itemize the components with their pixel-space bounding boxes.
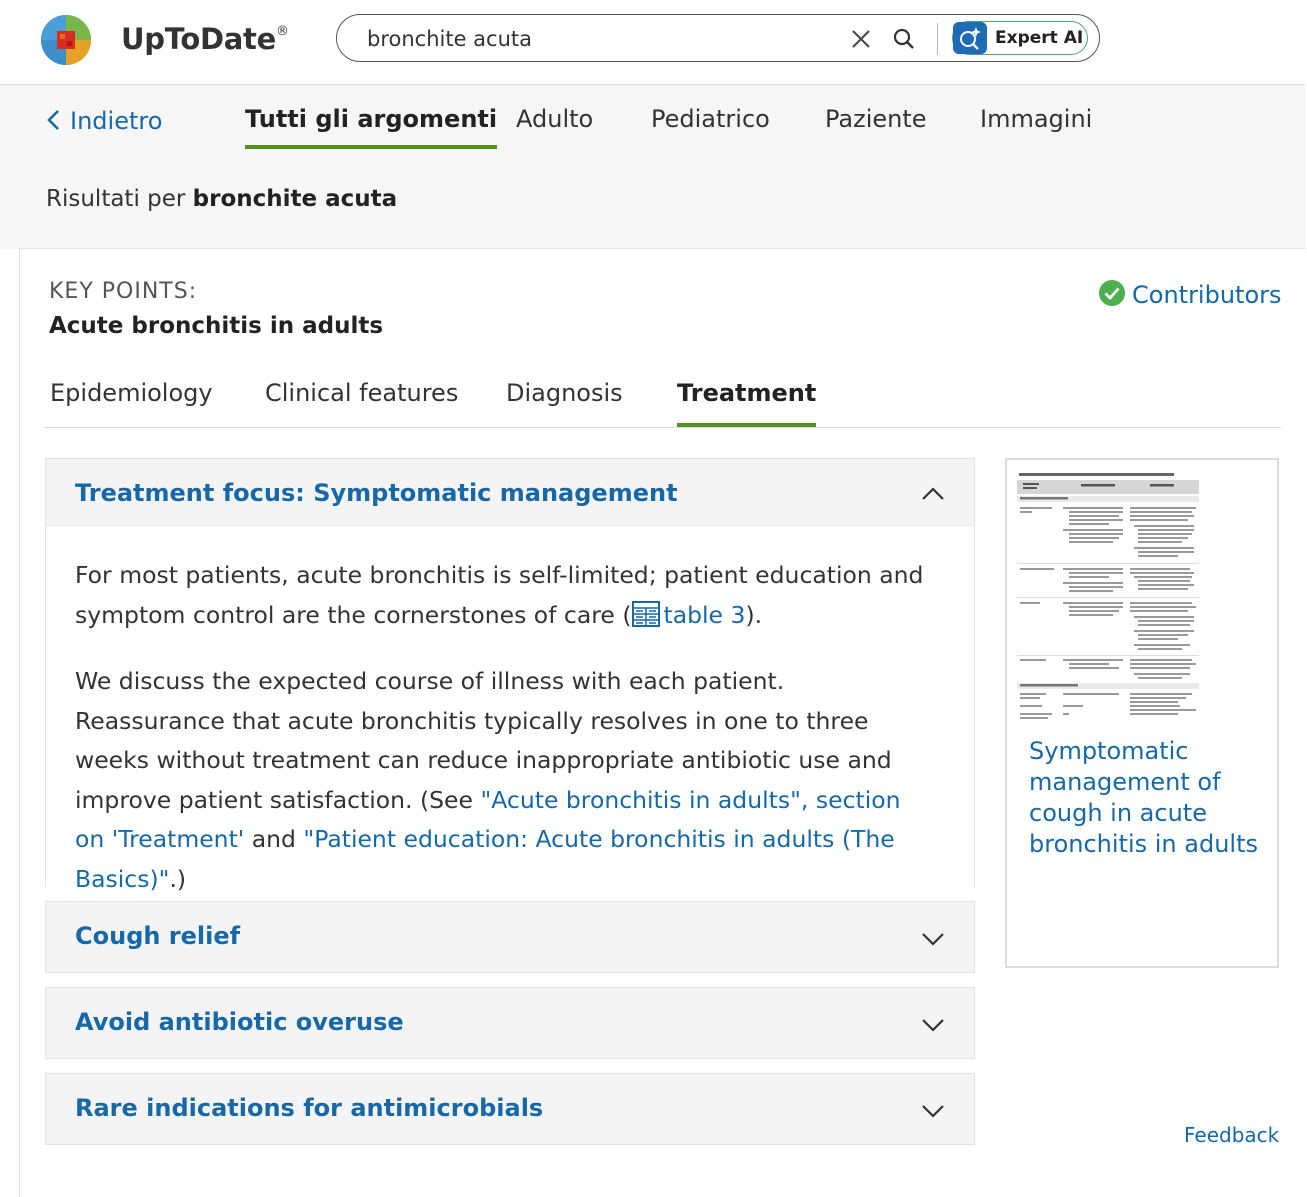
tab-diagnosis[interactable]: Diagnosis <box>506 379 623 407</box>
accordion-title: Rare indications for antimicrobials <box>75 1094 544 1122</box>
table-thumbnail-image[interactable] <box>1017 470 1199 720</box>
paragraph-1: For most patients, acute bronchitis is s… <box>75 561 924 629</box>
back-link[interactable]: Indietro <box>46 107 162 135</box>
feedback-link[interactable]: Feedback <box>1184 1123 1279 1147</box>
tab-treatment[interactable]: Treatment <box>677 379 817 427</box>
search-input[interactable] <box>365 23 839 55</box>
search-divider <box>937 23 938 55</box>
key-points-tabs: Epidemiology Clinical features Diagnosis… <box>45 349 1281 428</box>
active-tab-indicator <box>245 145 498 149</box>
key-points-card: KEY POINTS: Acute bronchitis in adults C… <box>19 248 1306 1197</box>
accordion-cough-relief[interactable]: Cough relief <box>45 901 975 973</box>
expert-ai-icon <box>953 22 987 54</box>
clear-icon[interactable] <box>849 27 873 51</box>
tab-paziente[interactable]: Paziente <box>825 105 927 133</box>
tab-epidemiology[interactable]: Epidemiology <box>50 379 213 407</box>
tab-clinical-features[interactable]: Clinical features <box>265 379 458 407</box>
accordion-rare-indications[interactable]: Rare indications for antimicrobials <box>45 1073 975 1145</box>
chevron-down-icon[interactable] <box>920 926 946 952</box>
nav-bar: Indietro Tutti gli argomenti Adulto Pedi… <box>0 85 1305 156</box>
tab-immagini[interactable]: Immagini <box>980 105 1092 133</box>
accordion-header[interactable]: Treatment focus: Symptomatic management <box>46 459 974 527</box>
accordion-avoid-antibiotic-overuse[interactable]: Avoid antibiotic overuse <box>45 987 975 1059</box>
accordion-treatment-focus: Treatment focus: Symptomatic management … <box>45 458 975 893</box>
key-points-title: Acute bronchitis in adults <box>49 313 384 339</box>
check-circle-icon <box>1099 280 1125 306</box>
top-bar: UpToDate® Expert AI <box>0 0 1305 85</box>
contributors-link[interactable]: Contributors <box>1098 279 1282 309</box>
expert-ai-button[interactable]: Expert AI <box>952 21 1088 55</box>
tab-adulto[interactable]: Adulto <box>516 105 593 133</box>
accordion-header[interactable]: Rare indications for antimicrobials <box>46 1074 974 1142</box>
key-points-label: KEY POINTS: <box>49 279 198 304</box>
accordion-title: Avoid antibiotic overuse <box>75 1008 404 1036</box>
active-tab-indicator <box>677 423 817 427</box>
tab-tutti-gli-argomenti[interactable]: Tutti gli argomenti <box>245 105 498 149</box>
chevron-left-icon <box>47 110 59 130</box>
paragraph-2: We discuss the expected course of illnes… <box>75 667 901 893</box>
accordion-header[interactable]: Avoid antibiotic overuse <box>46 988 974 1056</box>
results-header: Risultati per bronchite acuta <box>0 155 1305 249</box>
chevron-down-icon[interactable] <box>920 1012 946 1038</box>
accordion-title: Treatment focus: Symptomatic management <box>75 479 678 507</box>
table-3-link[interactable]: table 3 <box>631 600 745 629</box>
uptodate-logo-icon[interactable] <box>40 14 92 66</box>
accordion-title: Cough relief <box>75 922 241 950</box>
chevron-up-icon[interactable] <box>920 481 946 507</box>
search-icon[interactable] <box>892 27 916 51</box>
graphic-thumbnail-card[interactable]: Symptomatic management of cough in acute… <box>1005 458 1279 968</box>
chevron-down-icon[interactable] <box>920 1098 946 1124</box>
results-text: Risultati per bronchite acuta <box>46 186 398 212</box>
tab-pediatrico[interactable]: Pediatrico <box>651 105 770 133</box>
graphic-caption-link[interactable]: Symptomatic management of cough in acute… <box>1029 736 1267 860</box>
accordion-header[interactable]: Cough relief <box>46 902 974 970</box>
expert-ai-label: Expert AI <box>995 28 1084 48</box>
table-icon <box>631 600 660 627</box>
brand-name[interactable]: UpToDate® <box>121 22 289 56</box>
search-box: Expert AI <box>336 14 1100 62</box>
accordion-body: For most patients, acute bronchitis is s… <box>46 525 974 893</box>
